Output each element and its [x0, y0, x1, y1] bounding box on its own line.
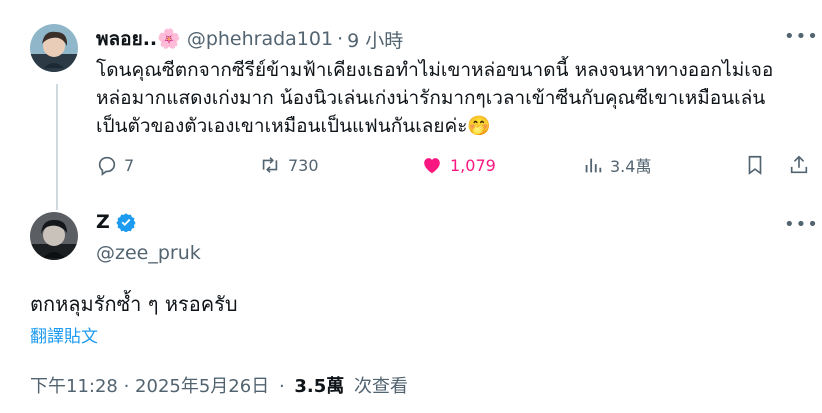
share-button[interactable] — [788, 148, 810, 182]
parent-tweet-header: พลอย..🌸 @phehrada101 · 9 小時 — [96, 24, 403, 54]
parent-text-line: หล่อมากแสดงเก่งมาก น้องนิวเล่นเก่งน่ารัก… — [96, 87, 766, 109]
reply-icon — [96, 154, 118, 176]
parent-time[interactable]: 9 小時 — [347, 26, 403, 53]
parent-handle[interactable]: @phehrada101 — [187, 28, 333, 50]
translate-post-link[interactable]: 翻譯貼文 — [30, 322, 98, 347]
like-count: 1,079 — [450, 155, 496, 175]
reply-views-label: 次查看 — [354, 376, 409, 397]
reply-tweet-text: ตกหลุมรักซ้ำ ๆ หรอครับ — [30, 292, 238, 316]
parent-tweet-text: โดนคุณซีตกจากซีรีย์ข้ามฟ้าเคียงเธอทำไม่เ… — [96, 56, 773, 140]
reply-more-icon[interactable]: ••• — [784, 214, 819, 235]
share-icon — [788, 154, 810, 176]
parent-action-bar: 7 730 1,079 3.4萬 — [96, 148, 812, 182]
reply-meta: 下午11:28 · 2025年5月26日 · 3.5萬 次查看 — [30, 372, 408, 398]
parent-text-line: โดนคุณซีตกจากซีรีย์ข้ามฟ้าเคียงเธอทำไม่เ… — [96, 59, 774, 81]
like-button[interactable]: 1,079 — [420, 148, 496, 182]
reply-count: 7 — [124, 155, 135, 175]
reply-header: Z — [96, 211, 136, 233]
retweet-button[interactable]: 730 — [258, 148, 319, 182]
reply-display-name[interactable]: Z — [96, 211, 110, 233]
reply-timestamp[interactable]: 下午11:28 · 2025年5月26日 — [30, 376, 269, 397]
reply-button[interactable]: 7 — [96, 148, 134, 182]
view-count: 3.4萬 — [610, 157, 652, 176]
header-separator: · — [337, 28, 344, 50]
parent-display-name[interactable]: พลอย..🌸 — [96, 24, 181, 54]
parent-avatar[interactable] — [30, 24, 78, 72]
bookmark-icon — [744, 154, 766, 176]
reply-handle[interactable]: @zee_pruk — [96, 242, 201, 264]
views-icon — [582, 154, 604, 176]
parent-more-icon[interactable]: ••• — [784, 26, 819, 47]
heart-icon — [420, 154, 444, 176]
meta-separator: · — [278, 376, 285, 397]
retweet-count: 730 — [288, 155, 319, 175]
views-button[interactable]: 3.4萬 — [582, 148, 651, 182]
reply-avatar[interactable] — [30, 212, 78, 260]
thread-connector-line — [56, 84, 58, 210]
parent-text-line: เป็นตัวของตัวเองเขาเหมือนเป็นแฟนกันเลยค่… — [96, 115, 492, 137]
retweet-icon — [258, 154, 282, 176]
bookmark-button[interactable] — [744, 148, 766, 182]
reply-views-count: 3.5萬 — [294, 376, 345, 397]
verified-badge-icon — [116, 212, 136, 232]
